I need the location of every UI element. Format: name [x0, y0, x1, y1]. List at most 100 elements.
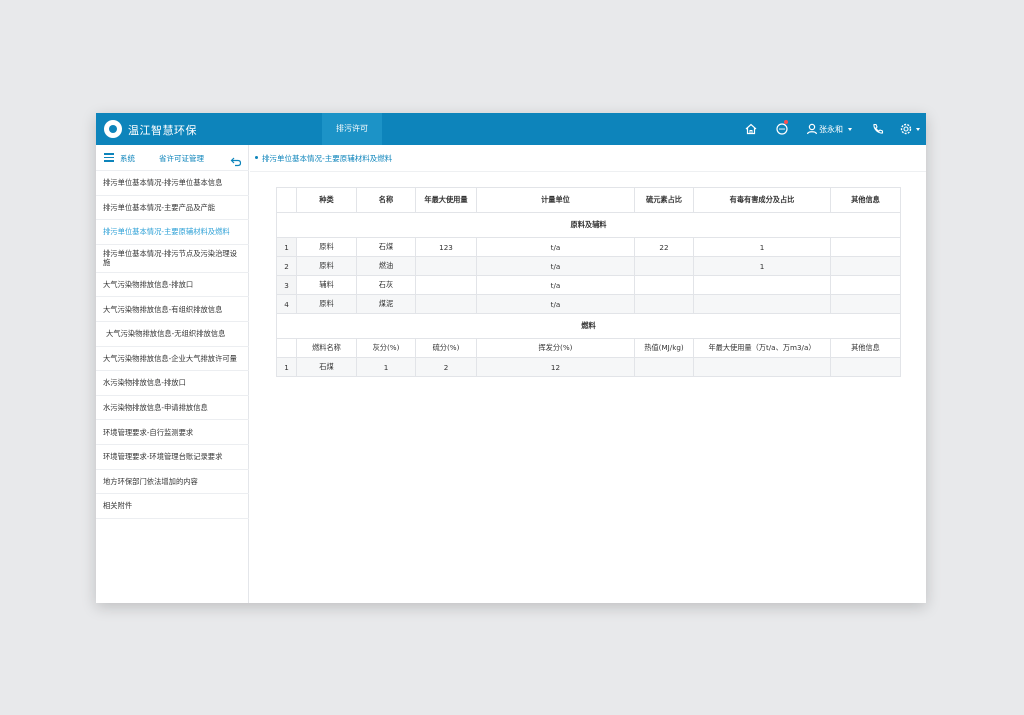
table-header-row: 种类 名称 年最大使用量 计量单位 硫元素占比 有毒有害成分及占比 其他信息	[276, 187, 901, 213]
user-menu-caret-icon[interactable]	[848, 128, 852, 131]
header-cell: 年最大使用量（万t/a、万m3/a）	[693, 338, 831, 358]
table-cell: 煤泥	[356, 294, 416, 314]
header-cell: 燃料名称	[296, 338, 357, 358]
table-cell: 22	[634, 237, 694, 257]
header-cell: 硫元素占比	[634, 187, 694, 213]
table-cell: 石煤	[296, 357, 357, 377]
fuel-header-row: 燃料名称 灰分(%) 硫分(%) 挥发分(%) 热值(MJ/kg) 年最大使用量…	[276, 338, 901, 358]
sidebar-item-air-organized[interactable]: 大气污染物排放信息-有组织排放信息	[96, 297, 249, 322]
table-cell	[693, 275, 831, 295]
table-cell	[830, 275, 901, 295]
materials-fuel-table: 种类 名称 年最大使用量 计量单位 硫元素占比 有毒有害成分及占比 其他信息 原…	[276, 187, 901, 377]
app-title: 温江智慧环保	[128, 124, 197, 137]
table-row: 1 原料 石煤 123 t/a 22 1	[276, 237, 901, 257]
sidebar-item-air-outlets[interactable]: 大气污染物排放信息-排放口	[96, 273, 249, 298]
table-cell: 1	[693, 256, 831, 276]
back-icon[interactable]	[230, 152, 242, 167]
user-icon[interactable]	[805, 122, 819, 136]
table-row: 2 原料 燃油 t/a 1	[276, 256, 901, 276]
notification-badge	[784, 120, 788, 124]
header-cell: 硫分(%)	[415, 338, 477, 358]
table-cell: 石煤	[356, 237, 416, 257]
table-cell: t/a	[476, 237, 635, 257]
sidebar-item-water-outlets[interactable]: 水污染物排放信息-排放口	[96, 371, 249, 396]
table-row: 1 石煤 1 2 12	[276, 357, 901, 377]
table-cell: t/a	[476, 256, 635, 276]
tab-discharge-permit[interactable]: 排污许可	[322, 113, 382, 145]
main-content: 排污单位基本情况-主要原辅材料及燃料 种类 名称 年最大使用量 计量单位 硫元素…	[250, 145, 926, 603]
sidebar-item-air-permit-quota[interactable]: 大气污染物排放信息-企业大气排放许可量	[96, 347, 249, 372]
app-window: 温江智慧环保 排污许可 张永和 系统 省许可证管理 排污单位基本情况-排污单位基…	[96, 113, 926, 603]
table-cell: 1	[356, 357, 416, 377]
sidebar: 系统 省许可证管理 排污单位基本情况-排污单位基本信息 排污单位基本情况-主要产…	[96, 145, 249, 603]
sidebar-item-self-monitoring[interactable]: 环境管理要求-自行监测要求	[96, 420, 249, 445]
table-cell	[415, 256, 477, 276]
row-index: 1	[276, 357, 297, 377]
header-cell: 灰分(%)	[356, 338, 416, 358]
table-row: 4 原料 煤泥 t/a	[276, 294, 901, 314]
breadcrumb-divider	[250, 171, 926, 172]
breadcrumb-text: 排污单位基本情况-主要原辅材料及燃料	[262, 154, 393, 163]
sidebar-item-water-application[interactable]: 水污染物排放信息-申请排放信息	[96, 396, 249, 421]
table-row: 3 辅料 石灰 t/a	[276, 275, 901, 295]
table-cell	[830, 237, 901, 257]
row-index: 4	[276, 294, 297, 314]
sidebar-item-ledger-records[interactable]: 环境管理要求-环境管理台账记录要求	[96, 445, 249, 470]
table-cell: 辅料	[296, 275, 357, 295]
row-index: 2	[276, 256, 297, 276]
table-cell: 燃油	[356, 256, 416, 276]
table-cell	[415, 294, 477, 314]
row-index: 1	[276, 237, 297, 257]
top-navigation-bar: 温江智慧环保 排污许可 张永和	[96, 113, 926, 145]
table-cell	[634, 275, 694, 295]
section-row-materials: 原料及辅料	[276, 212, 901, 238]
table-cell: 原料	[296, 294, 357, 314]
table-cell	[415, 275, 477, 295]
header-cell: 挥发分(%)	[476, 338, 635, 358]
table-cell	[634, 294, 694, 314]
table-cell	[634, 256, 694, 276]
app-logo-icon	[104, 120, 122, 138]
table-cell: 2	[415, 357, 477, 377]
sidebar-item-basic-info[interactable]: 排污单位基本情况-排污单位基本信息	[96, 171, 249, 196]
table-cell	[830, 256, 901, 276]
table-cell: 石灰	[356, 275, 416, 295]
home-icon[interactable]	[744, 122, 758, 136]
sidebar-item-attachments[interactable]: 相关附件	[96, 494, 249, 519]
breadcrumb: 排污单位基本情况-主要原辅材料及燃料	[255, 153, 393, 164]
table-cell	[830, 294, 901, 314]
header-cell: 名称	[356, 187, 416, 213]
section-row-fuel: 燃料	[276, 313, 901, 339]
settings-icon[interactable]	[899, 122, 913, 136]
header-cell: 计量单位	[476, 187, 635, 213]
sidebar-item-discharge-nodes[interactable]: 排污单位基本情况-排污节点及污染治理设施	[96, 245, 249, 273]
table-cell: t/a	[476, 294, 635, 314]
header-cell: 年最大使用量	[415, 187, 477, 213]
sidebar-nav: 排污单位基本情况-排污单位基本信息 排污单位基本情况-主要产品及产能 排污单位基…	[96, 171, 249, 519]
table-cell	[830, 357, 901, 377]
sidebar-item-local-additions[interactable]: 地方环保部门依法增加的内容	[96, 470, 249, 495]
settings-caret-icon[interactable]	[916, 128, 920, 131]
table-cell	[693, 357, 831, 377]
system-label[interactable]: 系统	[120, 153, 135, 164]
sidebar-header: 系统 省许可证管理	[96, 145, 249, 171]
user-name[interactable]: 张永和	[819, 124, 843, 135]
section-title: 燃料	[276, 313, 901, 339]
header-cell: 有毒有害成分及占比	[693, 187, 831, 213]
menu-toggle-icon[interactable]	[104, 153, 114, 162]
sidebar-item-products[interactable]: 排污单位基本情况-主要产品及产能	[96, 196, 249, 221]
header-cell: 其他信息	[830, 187, 901, 213]
section-title: 原料及辅料	[276, 212, 901, 238]
message-icon[interactable]	[775, 120, 789, 136]
sidebar-item-air-unorganized[interactable]: 大气污染物排放信息-无组织排放信息	[96, 322, 249, 347]
table-cell: 原料	[296, 256, 357, 276]
table-cell: 1	[693, 237, 831, 257]
header-cell: 热值(MJ/kg)	[634, 338, 694, 358]
table-cell: 123	[415, 237, 477, 257]
table-cell	[693, 294, 831, 314]
table-cell: 原料	[296, 237, 357, 257]
row-index: 3	[276, 275, 297, 295]
phone-icon[interactable]	[871, 122, 885, 136]
sidebar-item-materials-fuel[interactable]: 排污单位基本情况-主要原辅材料及燃料	[96, 220, 249, 245]
table-cell	[634, 357, 694, 377]
